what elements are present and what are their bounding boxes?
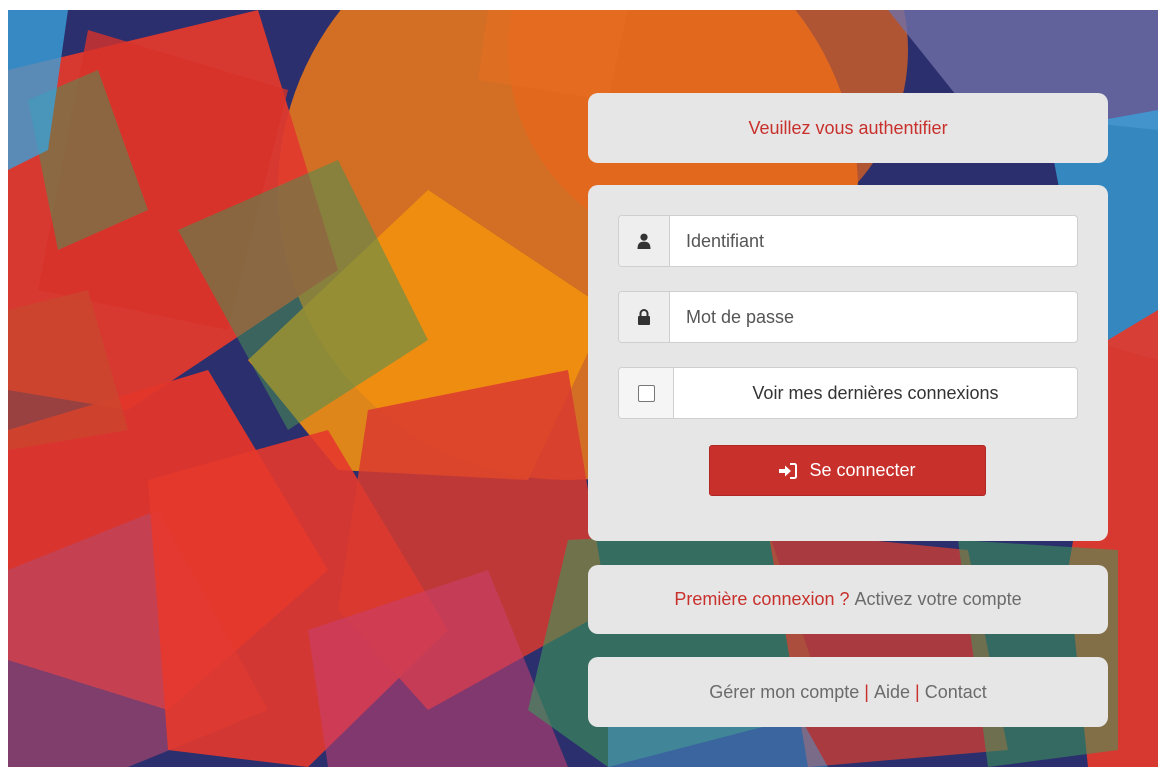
password-input[interactable] — [670, 292, 1077, 342]
username-group — [618, 215, 1078, 267]
help-link[interactable]: Aide — [874, 682, 910, 703]
login-form-panel: Voir mes dernières connexions Se connect… — [588, 185, 1108, 541]
remember-checkbox[interactable] — [637, 384, 655, 402]
user-icon — [619, 216, 670, 266]
password-group — [618, 291, 1078, 343]
link-separator: | — [864, 681, 869, 702]
activate-account-link[interactable]: Activez votre compte — [855, 589, 1022, 610]
login-button[interactable]: Se connecter — [709, 445, 986, 496]
sign-in-icon — [779, 462, 798, 479]
link-separator: | — [915, 681, 920, 702]
header-panel: Veuillez vous authentifier — [588, 93, 1108, 163]
lock-icon — [619, 292, 670, 342]
remember-group: Voir mes dernières connexions — [618, 367, 1078, 419]
footer-links-panel: Gérer mon compte | Aide | Contact — [588, 657, 1108, 727]
remember-label[interactable]: Voir mes dernières connexions — [674, 368, 1077, 418]
first-login-question: Première connexion ? — [674, 589, 850, 609]
login-button-label: Se connecter — [809, 460, 916, 480]
manage-account-link[interactable]: Gérer mon compte — [709, 682, 859, 703]
first-login-panel: Première connexion ? Activez votre compt… — [588, 565, 1108, 634]
contact-link[interactable]: Contact — [925, 682, 987, 703]
username-input[interactable] — [670, 216, 1077, 266]
page-title: Veuillez vous authentifier — [748, 117, 948, 138]
remember-checkbox-addon[interactable] — [619, 368, 674, 418]
